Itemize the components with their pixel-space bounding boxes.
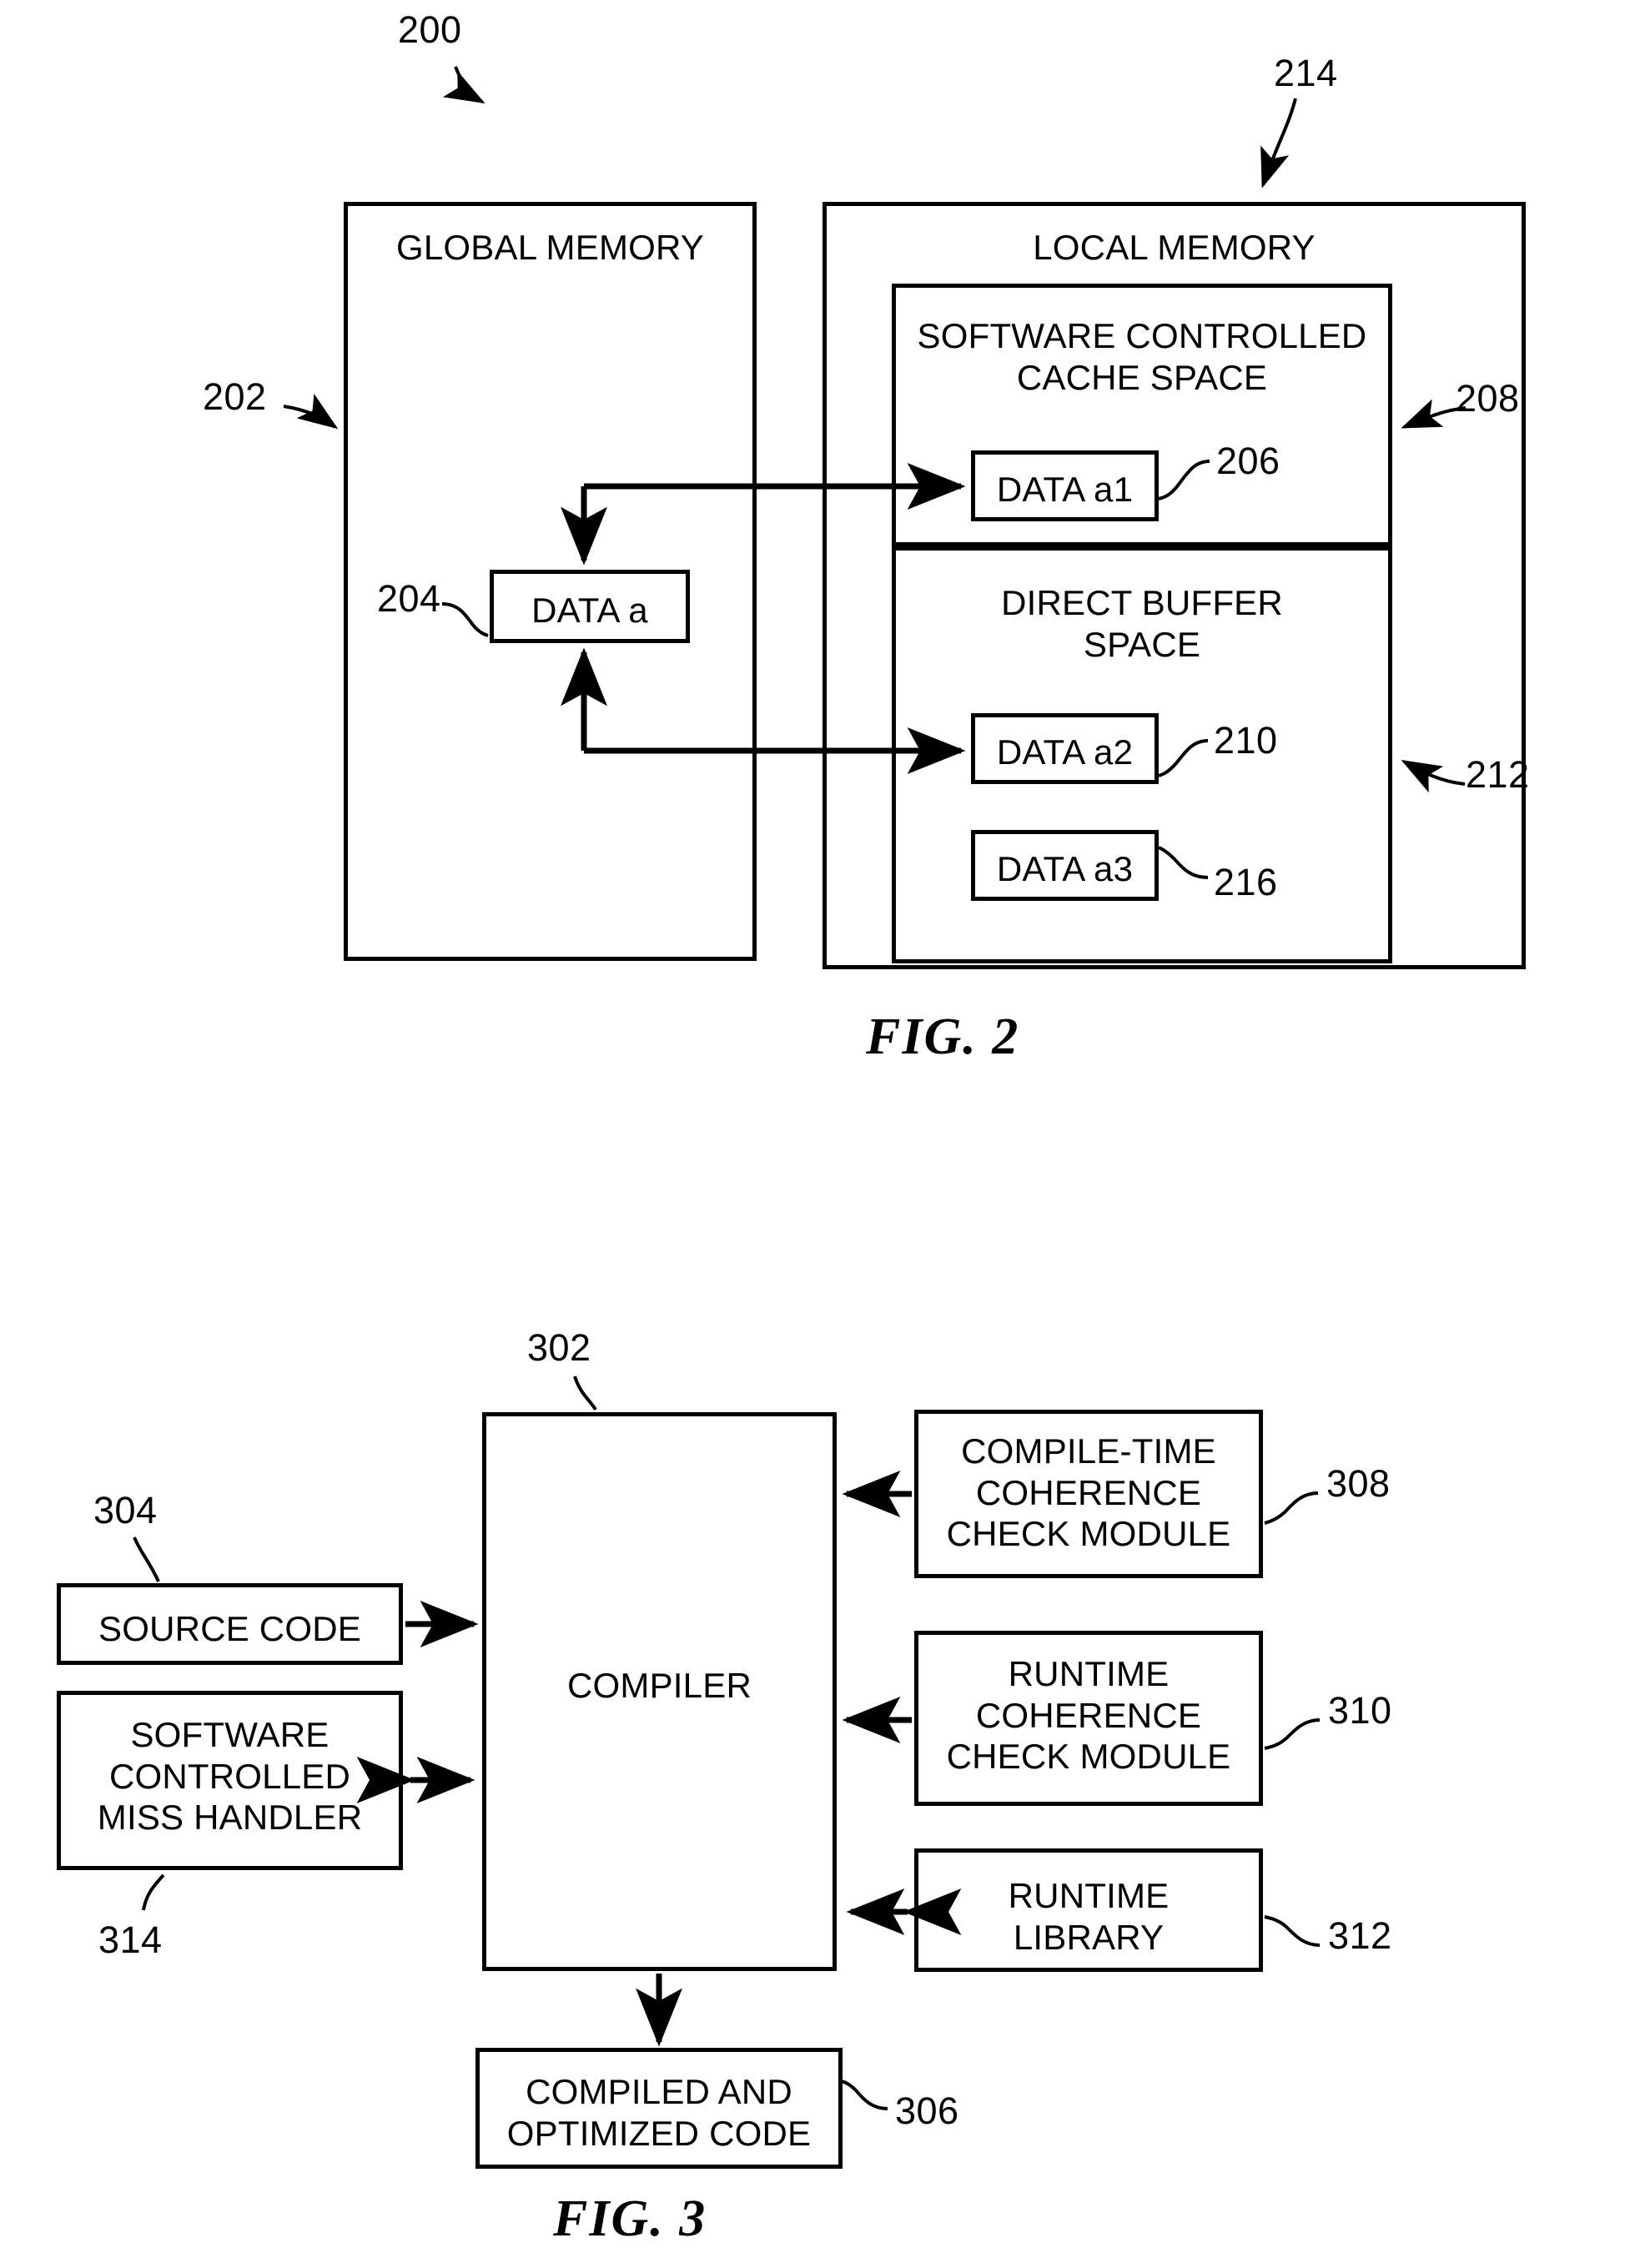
leader-304	[133, 1536, 160, 1582]
ref-202: 202	[203, 375, 267, 418]
runtime-coherence-check-module-label: RUNTIME COHERENCE CHECK MODULE	[946, 1654, 1231, 1777]
ref-314: 314	[98, 1918, 163, 1961]
leader-214	[1260, 98, 1297, 189]
ref-308: 308	[1326, 1462, 1391, 1505]
patent-drawing-sheet: GLOBAL MEMORY DATA a LOCAL MEMORY SOFTWA…	[0, 0, 1625, 2268]
local-memory-title: LOCAL MEMORY	[1033, 228, 1316, 267]
ref-306: 306	[895, 2089, 959, 2132]
ref-304: 304	[93, 1489, 158, 1531]
leader-200	[442, 66, 485, 103]
ref-204: 204	[377, 577, 441, 620]
figure-3-caption: FIG. 3	[553, 2190, 707, 2247]
compiler-label: COMPILER	[567, 1666, 752, 1705]
leader-314	[142, 1873, 165, 1911]
leader-308	[1264, 1491, 1319, 1525]
ref-210: 210	[1214, 719, 1278, 762]
leader-202	[283, 393, 339, 430]
figure-2-caption: FIG. 2	[866, 1008, 1020, 1065]
ref-208: 208	[1456, 377, 1520, 420]
data-a2-label: DATA a2	[996, 732, 1134, 772]
software-controlled-miss-handler-label: SOFTWARE CONTROLLED MISS HANDLER	[97, 1715, 363, 1838]
ref-216: 216	[1214, 861, 1278, 903]
data-a1-label: DATA a1	[996, 470, 1134, 509]
ref-200: 200	[398, 8, 462, 51]
data-a3-label: DATA a3	[996, 849, 1134, 888]
runtime-library-label: RUNTIME LIBRARY	[1008, 1876, 1170, 1957]
ref-302: 302	[527, 1326, 591, 1369]
direct-buffer-space-title: DIRECT BUFFER SPACE	[1001, 583, 1283, 664]
leader-306	[840, 2079, 888, 2110]
ref-214: 214	[1274, 52, 1338, 94]
ref-310: 310	[1328, 1689, 1392, 1732]
compiled-and-optimized-code-label: COMPILED AND OPTIMIZED CODE	[506, 2072, 812, 2153]
ref-312: 312	[1328, 1914, 1392, 1957]
data-a-label: DATA a	[531, 591, 648, 630]
source-code-label: SOURCE CODE	[98, 1609, 361, 1648]
compile-time-coherence-check-module-label: COMPILE-TIME COHERENCE CHECK MODULE	[946, 1431, 1231, 1554]
leader-312	[1264, 1915, 1321, 1947]
software-controlled-cache-space-title: SOFTWARE CONTROLLED CACHE SPACE	[917, 316, 1367, 397]
leader-310	[1264, 1718, 1321, 1750]
ref-212: 212	[1466, 753, 1530, 796]
global-memory-title: GLOBAL MEMORY	[395, 228, 705, 267]
ref-206: 206	[1216, 440, 1280, 482]
leader-302	[573, 1375, 597, 1411]
